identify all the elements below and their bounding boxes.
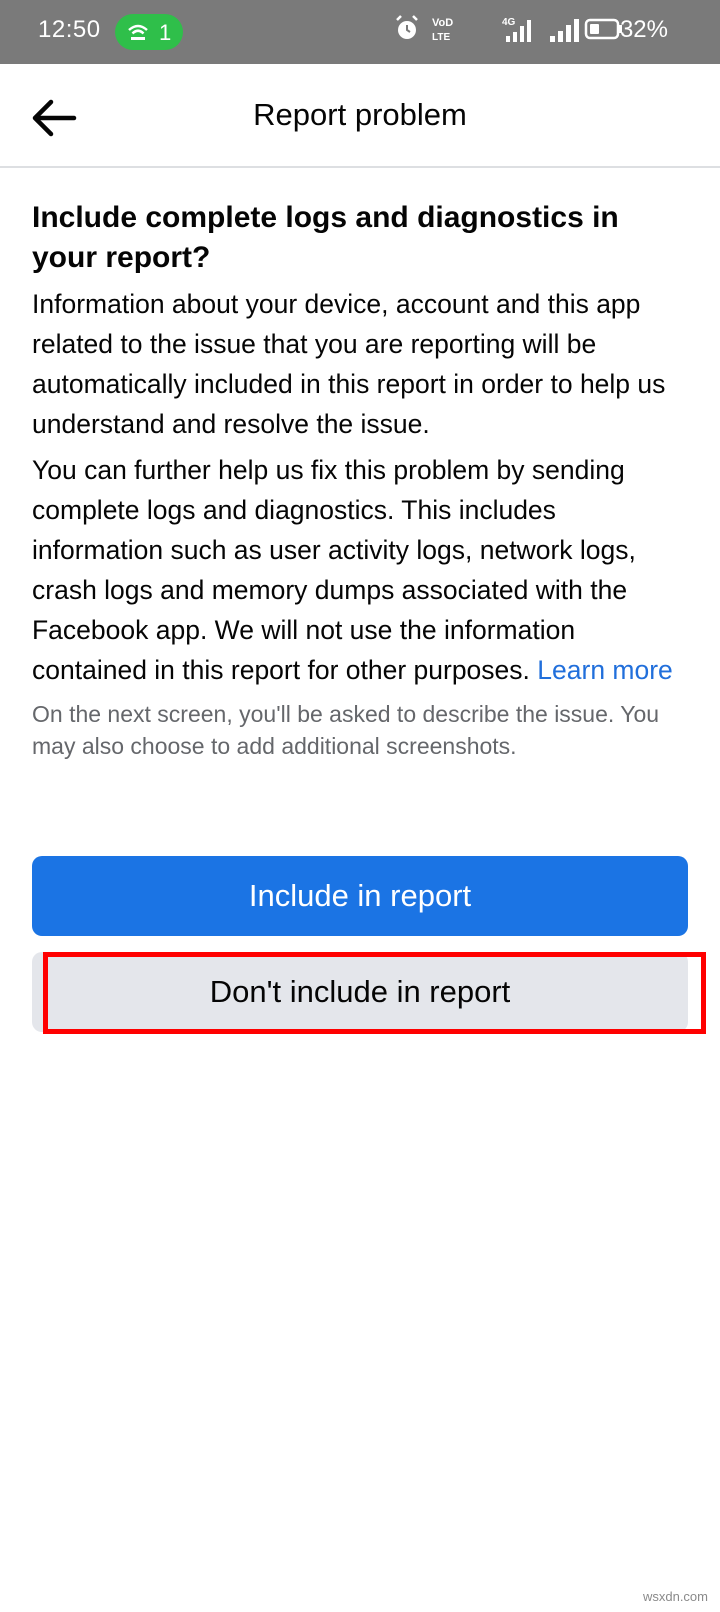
- battery-icon: [584, 18, 622, 40]
- signal-4g-icon: 4G: [502, 17, 531, 42]
- watermark: wsxdn.com: [642, 1589, 708, 1604]
- status-bar: 12:50 1 VoD LTE 4G 32%: [0, 0, 720, 64]
- dont-include-in-report-button[interactable]: Don't include in report: [32, 952, 688, 1032]
- learn-more-link[interactable]: Learn more: [537, 655, 673, 685]
- logs-paragraph: You can further help us fix this problem…: [32, 450, 692, 690]
- page-title: Report problem: [253, 97, 467, 132]
- status-time: 12:50: [38, 16, 101, 43]
- next-screen-note: On the next screen, you'll be asked to d…: [32, 701, 660, 759]
- report-content: Include complete logs and diagnostics in…: [32, 198, 692, 762]
- info-paragraph: Information about your device, account a…: [32, 289, 666, 439]
- question-heading: Include complete logs and diagnostics in…: [32, 201, 619, 274]
- screen: 12:50 1 VoD LTE 4G 32% Report problem In…: [0, 0, 720, 1612]
- battery-percent: 32%: [619, 16, 668, 43]
- app-header: Report problem: [0, 64, 720, 168]
- svg-text:LTE: LTE: [432, 32, 450, 43]
- include-in-report-button[interactable]: Include in report: [32, 856, 688, 936]
- hotspot-indicator: 1: [115, 14, 183, 50]
- logs-paragraph-text: You can further help us fix this problem…: [32, 455, 636, 685]
- hotspot-icon: [128, 24, 148, 40]
- alarm-icon: [396, 15, 418, 39]
- hotspot-count: 1: [159, 20, 172, 45]
- signal-icon: [550, 19, 579, 42]
- svg-text:VoD: VoD: [432, 17, 453, 29]
- volte-icon: VoD LTE: [432, 17, 453, 43]
- svg-text:4G: 4G: [502, 17, 516, 28]
